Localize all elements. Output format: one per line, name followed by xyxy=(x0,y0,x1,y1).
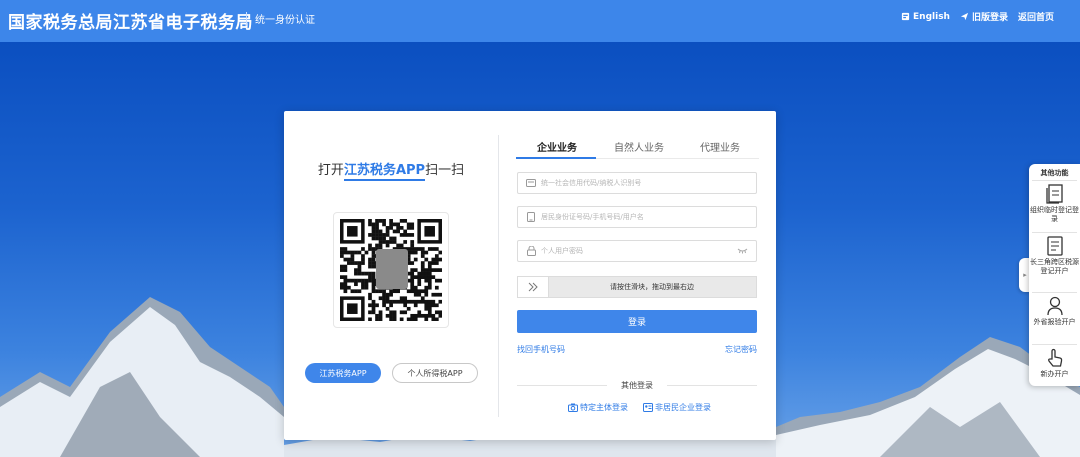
tab-natural-person[interactable]: 自然人业务 xyxy=(614,139,664,154)
send-icon xyxy=(960,12,969,21)
side-separator xyxy=(1032,344,1077,345)
side-item-new-account[interactable]: 新办开户 xyxy=(1029,348,1080,379)
login-button[interactable]: 登录 xyxy=(517,310,757,333)
qr-title-app-name: 江苏税务APP xyxy=(343,163,426,181)
side-separator xyxy=(1032,292,1077,293)
side-panel-title: 其他功能 xyxy=(1040,169,1069,177)
id-card-icon xyxy=(524,179,538,187)
qr-code-box xyxy=(333,212,449,328)
site-subtitle: 统一身份认证 xyxy=(255,15,315,26)
camera-icon xyxy=(568,403,578,412)
eye-closed-icon[interactable] xyxy=(737,248,748,254)
side-item-temporary-registration[interactable]: 组织临时登记登录 xyxy=(1029,184,1080,224)
side-separator xyxy=(1032,232,1077,233)
card-divider xyxy=(498,135,499,417)
non-resident-login-link[interactable]: 非居民企业登录 xyxy=(643,402,711,413)
site-title: 国家税务总局江苏省电子税务局 xyxy=(8,13,253,33)
globe-icon xyxy=(901,12,910,21)
slider-handle[interactable] xyxy=(518,277,549,297)
non-resident-login-label: 非居民企业登录 xyxy=(655,403,711,412)
english-link-label: English xyxy=(913,11,950,22)
id-phone-field[interactable] xyxy=(517,206,757,228)
title-divider xyxy=(246,12,247,26)
id-badge-icon xyxy=(643,403,653,412)
side-item-label: 组织临时登记登录 xyxy=(1030,206,1079,223)
document-icon xyxy=(1045,184,1063,204)
slider-verification: 请按住滑块，拖动到最右边 xyxy=(517,276,757,298)
header-links: English 旧版登录 返回首页 xyxy=(901,10,1054,23)
qr-title-suffix: 扫一扫 xyxy=(425,163,465,178)
password-input[interactable] xyxy=(538,247,737,255)
other-functions-panel: 其他功能 组织临时登记登录 长三角跨区税源登记开户 外省报验开户 新办开户 xyxy=(1029,164,1080,386)
qr-code xyxy=(340,219,442,321)
tab-enterprise[interactable]: 企业业务 xyxy=(537,139,577,154)
person-icon xyxy=(1046,296,1063,316)
other-login-divider-left xyxy=(517,385,607,386)
top-header-bar: 国家税务总局江苏省电子税务局 统一身份认证 English 旧版登录 返回首页 xyxy=(0,0,1080,42)
specific-entity-login-label: 特定主体登录 xyxy=(580,403,628,412)
old-version-login-link[interactable]: 旧版登录 xyxy=(960,10,1008,23)
qr-title-prefix: 打开 xyxy=(317,163,344,178)
specific-entity-login-link[interactable]: 特定主体登录 xyxy=(568,402,628,413)
double-chevron-right-icon xyxy=(528,282,538,292)
return-home-link[interactable]: 返回首页 xyxy=(1018,10,1054,23)
personal-income-tax-app-button[interactable]: 个人所得税APP xyxy=(392,363,478,383)
taxpayer-id-input[interactable] xyxy=(538,179,756,187)
side-item-label: 长三角跨区税源登记开户 xyxy=(1030,258,1079,275)
retrieve-phone-link[interactable]: 找回手机号码 xyxy=(517,344,565,355)
tab-agent[interactable]: 代理业务 xyxy=(700,139,740,154)
forgot-password-link[interactable]: 忘记密码 xyxy=(725,344,757,355)
side-item-label: 新办开户 xyxy=(1040,370,1069,378)
active-tab-indicator xyxy=(516,157,596,159)
side-item-out-of-province-account[interactable]: 外省报验开户 xyxy=(1029,296,1080,327)
hand-pointer-icon xyxy=(1047,348,1062,367)
other-login-divider-right xyxy=(667,385,757,386)
side-panel-title-divider xyxy=(1032,180,1077,181)
login-card: 打开江苏税务APP扫一扫 江苏税务APP 个人所得税APP 企业业务 自然人业务… xyxy=(284,111,776,440)
taxpayer-id-field[interactable] xyxy=(517,172,757,194)
english-link[interactable]: English xyxy=(901,12,950,22)
phone-icon xyxy=(524,212,538,222)
password-field[interactable] xyxy=(517,240,757,262)
old-version-login-label: 旧版登录 xyxy=(971,13,1008,23)
lock-icon xyxy=(524,246,538,256)
side-item-yangtze-delta-registration[interactable]: 长三角跨区税源登记开户 xyxy=(1029,236,1080,276)
document-list-icon xyxy=(1046,236,1063,256)
qr-scan-title: 打开江苏税务APP扫一扫 xyxy=(284,159,498,181)
id-phone-input[interactable] xyxy=(538,213,756,221)
login-type-tabs: 企业业务 自然人业务 代理业务 xyxy=(516,133,759,159)
return-home-label: 返回首页 xyxy=(1017,13,1054,23)
other-login-title: 其他登录 xyxy=(621,381,653,390)
slider-instruction: 请按住滑块，拖动到最右边 xyxy=(610,283,694,291)
jiangsu-tax-app-button[interactable]: 江苏税务APP xyxy=(305,363,381,383)
side-item-label: 外省报验开户 xyxy=(1033,318,1076,326)
